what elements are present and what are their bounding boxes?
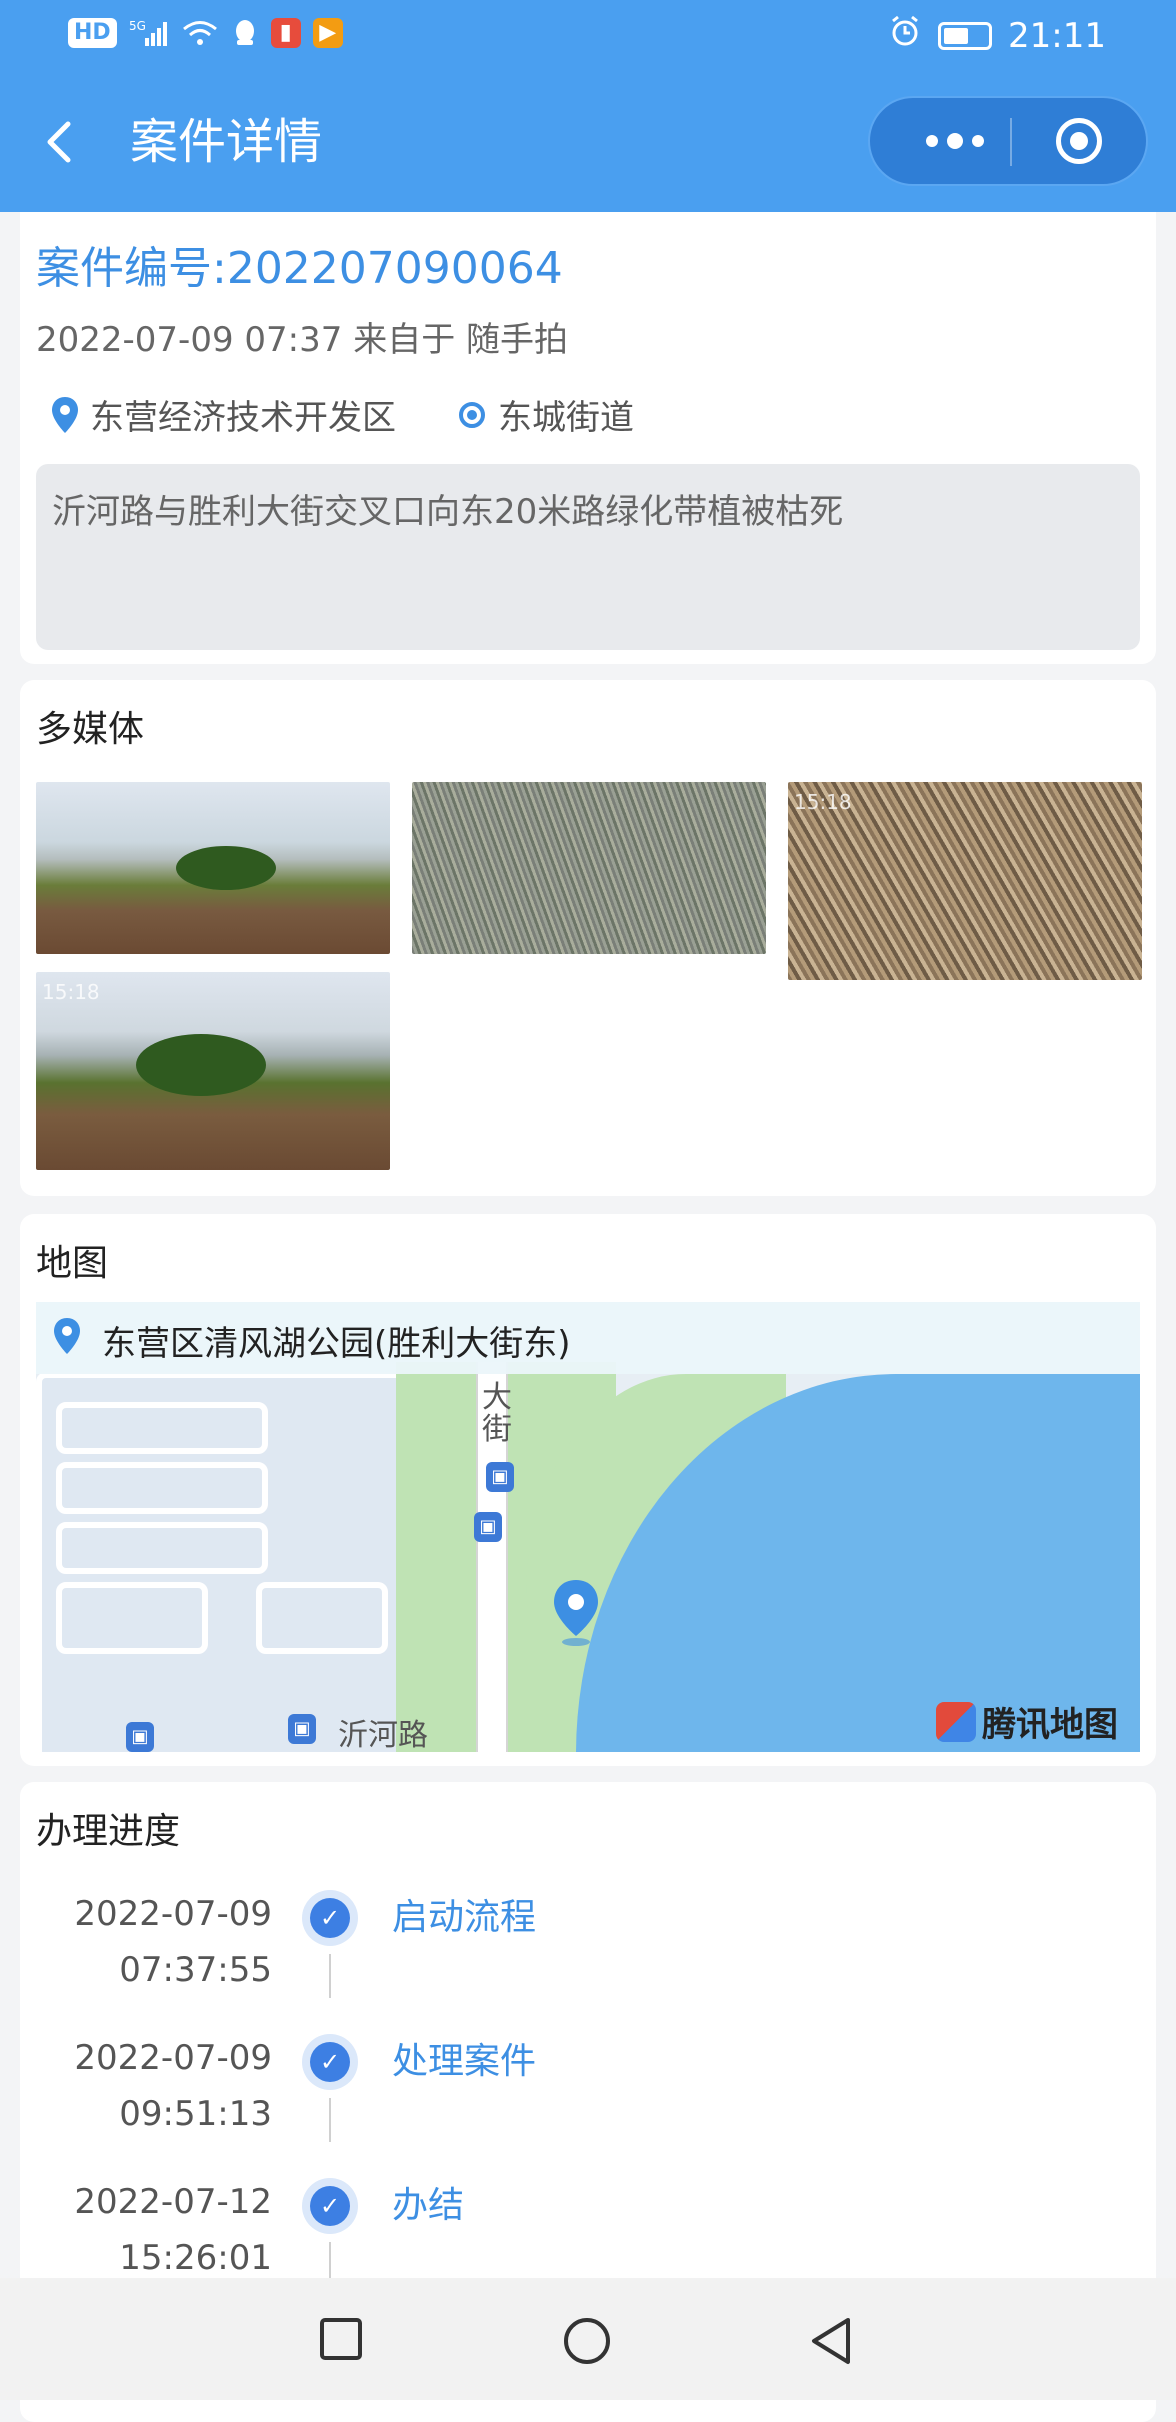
timeline-label: 启动流程 [392,1897,537,1938]
app-orange-icon: ▶ [312,18,343,48]
map-block [56,1522,268,1574]
case-description: 沂河路与胜利大街交叉口向东20米路绿化带植被枯死 [52,492,844,532]
target-icon[interactable] [1056,118,1102,164]
case-number: 案件编号:202207090064 [36,243,563,294]
timeline-time: 07:37:55 [119,1950,272,1990]
page-title: 案件详情 [130,114,323,170]
road-label-dajie: 大 街 [482,1380,512,1447]
map-card: 地图 ▣ ▣ ▣ ▣ 沂河路 大 街 东营区清风湖公园(胜利大街东) 腾讯地图 [20,1214,1156,1766]
check-icon [302,2034,358,2090]
timeline-datetime: 2022-07-12 15:26:01 [74,2174,272,2286]
photo-street-1[interactable] [36,782,390,954]
app-header: HD 5G ▮ ▶ 21:11 案件详情 [0,0,1176,212]
home-icon[interactable] [562,2316,612,2370]
tencent-map-logo-icon [936,1701,976,1742]
timeline-label: 处理案件 [392,2041,537,2082]
chevron-left-icon[interactable] [40,112,90,172]
timeline-label: 办结 [392,2185,465,2226]
status-right: 21:11 [888,14,1106,57]
alarm-icon [888,14,922,57]
check-icon [302,1890,358,1946]
timeline-time: 09:51:13 [119,2094,272,2134]
location-row: 东营经济技术开发区 东城街道 [50,390,634,439]
case-meta: 2022-07-09 07:37 来自于 随手拍 [36,320,568,360]
photo-grass-2[interactable]: 15:18 [788,782,1142,980]
status-time: 21:11 [1008,15,1106,56]
photo-grass-1[interactable] [412,782,766,954]
map-title: 地图 [36,1243,109,1284]
bus-stop-icon: ▣ [288,1714,316,1744]
timeline-connector [329,2098,331,2142]
qq-icon [231,18,259,48]
status-left-icons: HD 5G ▮ ▶ [68,18,343,48]
map-block [56,1582,208,1654]
bus-stop-icon: ▣ [474,1512,502,1542]
map-block [56,1402,268,1454]
timeline-datetime: 2022-07-09 09:51:13 [74,2030,272,2142]
system-nav-bar [0,2278,1176,2400]
progress-title: 办理进度 [36,1811,181,1852]
bus-stop-icon: ▣ [126,1722,154,1752]
check-icon [302,2178,358,2234]
map-block [256,1582,388,1654]
map-location-label: 东营区清风湖公园(胜利大街东) [102,1324,571,1364]
case-info-card: 案件编号:202207090064 2022-07-09 07:37 来自于 随… [20,212,1156,664]
photo-street-2[interactable]: 15:18 [36,972,390,1170]
more-dots-icon[interactable] [910,116,1000,166]
timeline-item: 2022-07-09 09:51:13 处理案件 [20,2030,1156,2160]
location-street-group: 东城街道 [456,390,634,439]
recent-apps-icon[interactable] [318,2316,364,2366]
wifi-icon [181,18,219,48]
timeline-datetime: 2022-07-09 07:37:55 [74,1886,272,1998]
road-label-yihe: 沂河路 [338,1718,428,1752]
svg-text:5G: 5G [129,19,146,33]
timeline-date: 2022-07-09 [74,2038,272,2078]
tencent-map-brand: 腾讯地图 [936,1697,1118,1746]
location-pin-icon [52,1316,82,1365]
map-location-bar: 东营区清风湖公园(胜利大街东) [36,1302,1140,1374]
description-box: 沂河路与胜利大街交叉口向东20米路绿化带植被枯死 [36,464,1140,650]
nav-bar: 案件详情 [0,90,1176,200]
photo-stamp: 15:18 [42,980,100,1004]
signal-icon: 5G [129,18,169,48]
timeline-item: 2022-07-09 07:37:55 启动流程 [20,1886,1156,2016]
map-block [56,1462,268,1514]
location-pin-icon [50,395,80,435]
battery-icon [938,21,993,50]
back-triangle-icon[interactable] [808,2316,854,2370]
location-street: 东城街道 [498,398,634,438]
crosshair-icon [456,399,488,431]
hd-icon: HD [68,18,117,48]
bush-shape [136,1034,266,1096]
location-district: 东营经济技术开发区 [90,398,396,438]
photo-stamp: 15:18 [794,790,852,814]
status-bar: HD 5G ▮ ▶ 21:11 [0,0,1176,72]
map-view[interactable]: ▣ ▣ ▣ ▣ 沂河路 大 街 东营区清风湖公园(胜利大街东) 腾讯地图 [36,1302,1140,1752]
timeline-connector [329,1954,331,1998]
timeline-date: 2022-07-12 [74,2182,272,2222]
capsule-divider [1010,118,1012,166]
bush-shape [176,846,276,890]
tencent-map-text: 腾讯地图 [982,1705,1118,1745]
app-red-icon: ▮ [270,18,301,48]
mini-program-capsule [868,96,1148,186]
map-marker-icon [550,1578,602,1652]
timeline-date: 2022-07-09 [74,1894,272,1934]
bus-stop-icon: ▣ [486,1462,514,1492]
media-card: 多媒体 15:18 15:18 [20,680,1156,1196]
media-title: 多媒体 [36,709,145,750]
